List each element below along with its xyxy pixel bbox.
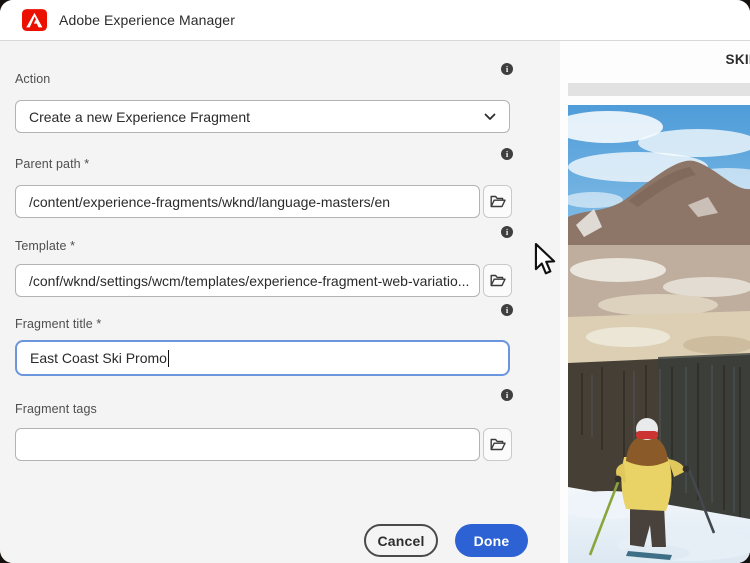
chevron-down-icon — [484, 113, 496, 121]
adobe-logo-icon — [22, 9, 47, 31]
action-label: Action — [15, 72, 50, 86]
aem-window: Adobe Experience Manager Action i Create… — [0, 0, 750, 563]
fragment-tags-label: Fragment tags — [15, 402, 97, 416]
cancel-button[interactable]: Cancel — [364, 524, 438, 557]
info-icon[interactable]: i — [501, 304, 513, 316]
preview-heading: SKII — [726, 52, 750, 67]
app-header: Adobe Experience Manager — [0, 0, 750, 41]
folder-icon — [490, 195, 506, 208]
folder-icon — [490, 274, 506, 287]
done-button[interactable]: Done — [455, 524, 528, 557]
parent-path-browse-button[interactable] — [483, 185, 512, 218]
action-selected-value: Create a new Experience Fragment — [29, 109, 250, 125]
page-preview-panel: SKII — [560, 41, 750, 563]
parent-path-label: Parent path * — [15, 157, 89, 171]
fragment-title-value: East Coast Ski Promo — [30, 350, 167, 366]
app-title: Adobe Experience Manager — [59, 12, 235, 28]
info-icon[interactable]: i — [501, 226, 513, 238]
parent-path-value: /content/experience-fragments/wknd/langu… — [29, 194, 390, 210]
info-icon[interactable]: i — [501, 148, 513, 160]
text-cursor — [168, 350, 170, 367]
action-select[interactable]: Create a new Experience Fragment — [15, 100, 510, 133]
info-icon[interactable]: i — [501, 389, 513, 401]
preview-placeholder-bar — [568, 83, 750, 96]
fragment-title-label: Fragment title * — [15, 317, 101, 331]
ski-photo — [568, 105, 750, 563]
folder-icon — [490, 438, 506, 451]
create-fragment-dialog: Action i Create a new Experience Fragmen… — [0, 41, 560, 563]
template-browse-button[interactable] — [483, 264, 512, 297]
template-input[interactable]: /conf/wknd/settings/wcm/templates/experi… — [15, 264, 480, 297]
info-icon[interactable]: i — [501, 63, 513, 75]
fragment-tags-input[interactable] — [15, 428, 480, 461]
fragment-title-input[interactable]: East Coast Ski Promo — [15, 340, 510, 376]
parent-path-input[interactable]: /content/experience-fragments/wknd/langu… — [15, 185, 480, 218]
template-label: Template * — [15, 239, 75, 253]
template-value: /conf/wknd/settings/wcm/templates/experi… — [29, 273, 469, 289]
fragment-tags-browse-button[interactable] — [483, 428, 512, 461]
